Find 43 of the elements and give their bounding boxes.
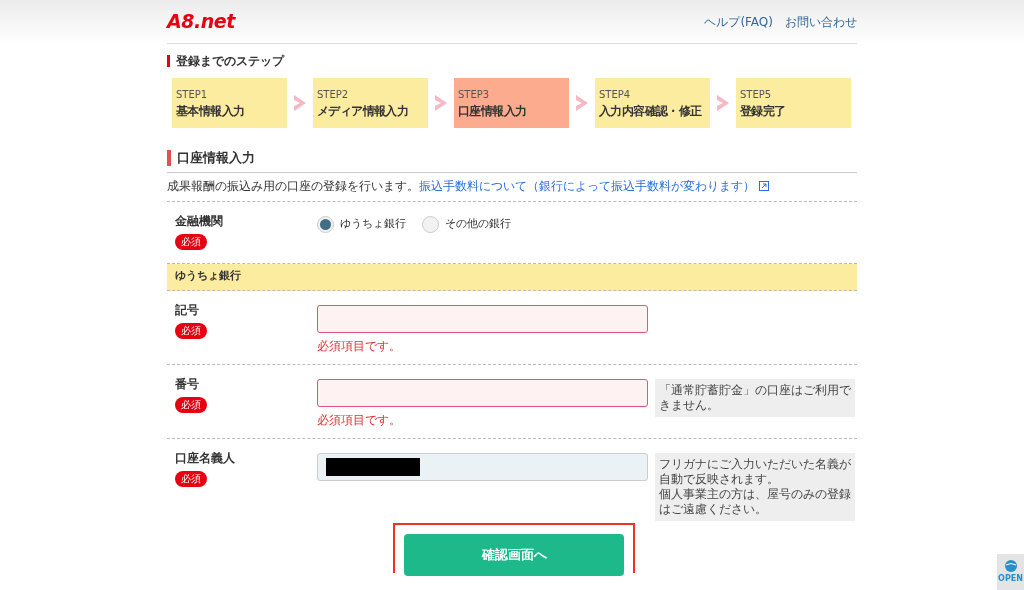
field-note: フリガナにご入力いただいた名義が自動で反映されます。 xyxy=(659,456,851,487)
header-link[interactable]: ヘルプ(FAQ) xyxy=(704,12,773,31)
step-label: 登録完了 xyxy=(740,102,787,120)
step-label: 基本情報入力 xyxy=(176,102,246,120)
step-label: 口座情報入力 xyxy=(458,102,528,120)
chevron-icon xyxy=(292,94,308,112)
field-note: 「通常貯蓄貯金」の口座はご利用できません。 xyxy=(659,382,851,413)
globe-icon xyxy=(1003,559,1018,573)
field-label: 記号 xyxy=(175,301,199,319)
subsection-title: ゆうちょ銀行 xyxy=(175,268,241,285)
steps-title: 登録までのステップ xyxy=(176,53,284,70)
chevron-icon xyxy=(433,94,449,112)
required-badge: 必須 xyxy=(175,233,207,250)
input-field[interactable] xyxy=(317,378,648,407)
chevron-icon xyxy=(715,94,731,112)
field-label: 番号 xyxy=(175,375,199,393)
section-title: 口座情報入力 xyxy=(177,149,255,167)
step-number: STEP5 xyxy=(740,87,773,102)
section-description: 成果報酬の振込み用の口座の登録を行います。 xyxy=(167,177,419,195)
bank-radio[interactable]: その他の銀行 xyxy=(422,215,511,233)
widget-label: OPEN xyxy=(998,573,1023,585)
bank-radio[interactable]: ゆうちょ銀行 xyxy=(317,215,406,233)
field-note: 個人事業主の方は、屋号のみの登録はご遠慮ください。 xyxy=(659,486,851,517)
input-field[interactable] xyxy=(317,304,648,333)
field-label: 口座名義人 xyxy=(175,449,235,467)
error-message: 必須項目です。 xyxy=(317,337,401,355)
header-link[interactable]: お問い合わせ xyxy=(785,12,857,31)
step-label: 入力内容確認・修正 xyxy=(599,102,703,120)
error-message: 必須項目です。 xyxy=(317,411,401,429)
step-number: STEP3 xyxy=(458,87,491,102)
required-badge: 必須 xyxy=(175,322,207,339)
fee-link[interactable]: 振込手数料について（銀行によって振込手数料が変わります） xyxy=(419,176,755,195)
step-label: メディア情報入力 xyxy=(317,102,410,120)
field-label: 金融機関 xyxy=(175,212,223,230)
logo[interactable]: A8.net xyxy=(167,7,235,36)
step-number: STEP4 xyxy=(599,87,632,102)
step-number: STEP2 xyxy=(317,87,350,102)
required-badge: 必須 xyxy=(175,470,207,487)
input-field[interactable] xyxy=(317,452,648,481)
external-link-icon xyxy=(759,180,769,191)
step-number: STEP1 xyxy=(176,87,209,102)
required-badge: 必須 xyxy=(175,396,207,413)
chevron-icon xyxy=(574,94,590,112)
